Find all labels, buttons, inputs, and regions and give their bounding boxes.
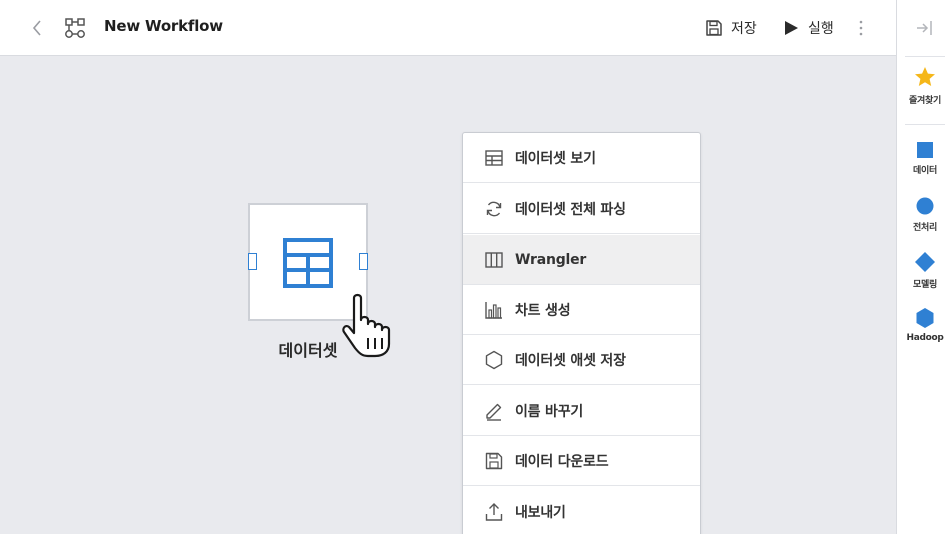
back-button[interactable] [26, 16, 48, 40]
upload-icon [485, 503, 503, 521]
menu-item-label: 이름 바꾸기 [515, 403, 584, 420]
divider [905, 124, 945, 125]
palette-label: 데이터 [913, 166, 937, 176]
menu-item-label: Wrangler [515, 251, 587, 268]
menu-item-view-dataset[interactable]: 데이터셋 보기 [463, 133, 700, 183]
more-options-button[interactable] [853, 16, 869, 40]
node-input-handle[interactable] [248, 253, 257, 270]
refresh-icon [486, 201, 502, 217]
more-vertical-icon [859, 20, 863, 36]
divider [905, 56, 945, 57]
workflow-icon [65, 18, 85, 38]
diamond-icon [915, 252, 935, 272]
table-icon [485, 150, 503, 166]
save-label: 저장 [731, 21, 757, 37]
hexagon-icon [485, 350, 503, 370]
palette-item-data[interactable]: 데이터 [897, 142, 952, 176]
menu-item-create-chart[interactable]: 차트 생성 [463, 285, 700, 335]
collapse-right-icon [917, 21, 932, 35]
node-palette-panel: 즐겨찾기 데이터 전처리 모델링 Hadoop [896, 0, 952, 534]
menu-item-label: 데이터 다운로드 [515, 453, 609, 470]
palette-favorites[interactable]: 즐겨찾기 [897, 66, 952, 106]
menu-item-label: 데이터셋 보기 [515, 150, 596, 167]
palette-label: 즐겨찾기 [909, 96, 941, 106]
palette-item-hadoop[interactable]: Hadoop [897, 308, 952, 343]
menu-item-export[interactable]: 내보내기 [463, 487, 700, 534]
palette-item-preprocessing[interactable]: 전처리 [897, 197, 952, 233]
bar-chart-icon [485, 302, 502, 319]
table-icon [283, 238, 333, 288]
circle-icon [916, 197, 934, 215]
save-icon [706, 20, 722, 36]
context-menu: 데이터셋 보기 데이터셋 전체 파싱 Wrangler 차트 생성 데이터셋 애… [462, 132, 701, 534]
chevron-left-icon [32, 20, 41, 36]
pencil-icon [486, 403, 502, 421]
palette-item-modeling[interactable]: 모델링 [897, 252, 952, 290]
square-icon [917, 142, 933, 158]
palette-label: 모델링 [913, 280, 937, 290]
menu-item-label: 데이터셋 전체 파싱 [515, 201, 626, 218]
palette-label: 전처리 [913, 223, 937, 233]
node-output-handle[interactable] [359, 253, 368, 270]
menu-item-parse-all[interactable]: 데이터셋 전체 파싱 [463, 184, 700, 234]
menu-item-label: 내보내기 [515, 504, 566, 521]
hand-pointer-icon [342, 293, 391, 358]
palette-label: Hadoop [906, 333, 944, 343]
menu-item-label: 데이터셋 애셋 저장 [515, 352, 626, 369]
save-button[interactable]: 저장 [705, 16, 757, 40]
page-title: New Workflow [104, 17, 223, 35]
columns-icon [485, 252, 503, 268]
run-button[interactable]: 실행 [782, 16, 834, 40]
menu-item-label: 차트 생성 [515, 302, 571, 319]
hexagon-icon [916, 308, 934, 328]
save-icon [485, 452, 503, 470]
run-label: 실행 [808, 21, 834, 37]
top-bar: New Workflow 저장 실행 [0, 0, 896, 56]
menu-item-rename[interactable]: 이름 바꾸기 [463, 386, 700, 436]
menu-item-save-asset[interactable]: 데이터셋 애셋 저장 [463, 335, 700, 385]
star-icon [915, 67, 935, 86]
menu-item-wrangler[interactable]: Wrangler [463, 235, 700, 285]
collapse-panel-button[interactable] [915, 16, 935, 40]
play-icon [785, 21, 798, 35]
menu-item-download[interactable]: 데이터 다운로드 [463, 436, 700, 486]
